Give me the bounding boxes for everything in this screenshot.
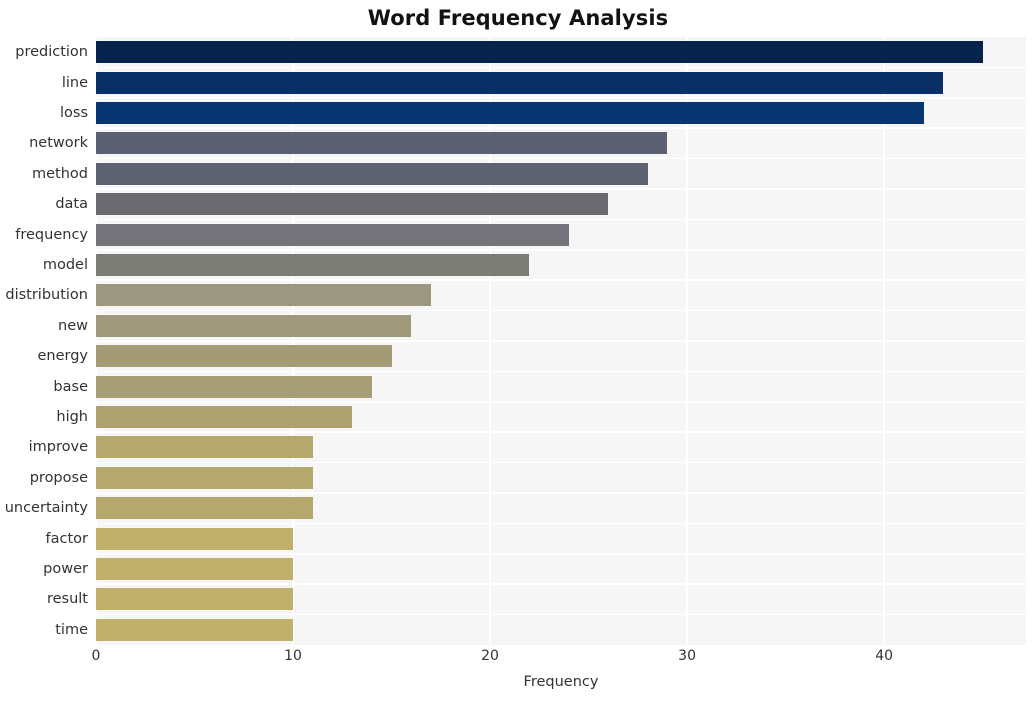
y-axis-tick-label: prediction	[15, 44, 88, 61]
plot-area	[96, 37, 1026, 645]
gridline-horizontal	[96, 431, 1026, 433]
y-axis-tick-label: uncertainty	[4, 500, 88, 517]
gridline-vertical	[883, 37, 885, 645]
gridline-horizontal	[96, 279, 1026, 281]
bar[interactable]	[96, 345, 392, 368]
gridline-horizontal	[96, 249, 1026, 251]
gridline-vertical	[686, 37, 688, 645]
x-axis-title: Frequency	[523, 674, 599, 690]
gridline-horizontal	[96, 401, 1026, 403]
gridline-horizontal	[96, 583, 1026, 585]
bar[interactable]	[96, 41, 983, 64]
chart-title: Word Frequency Analysis	[367, 6, 669, 30]
bar[interactable]	[96, 558, 294, 580]
y-axis-tick-label: new	[58, 317, 88, 334]
gridline-horizontal	[96, 370, 1026, 373]
bar[interactable]	[96, 466, 313, 489]
bar[interactable]	[96, 375, 372, 398]
y-axis-tick-label: network	[29, 135, 88, 152]
y-axis-tick-label: method	[32, 165, 88, 182]
gridline-horizontal	[96, 127, 1026, 129]
y-axis-tick-label: frequency	[15, 226, 88, 243]
y-axis-tick-label: distribution	[5, 287, 88, 304]
y-axis-tick-label: energy	[37, 348, 88, 365]
bar[interactable]	[96, 284, 431, 307]
gridline-horizontal	[96, 218, 1026, 221]
x-axis-tick-labels: 0 10 20 30 40	[0, 648, 1036, 670]
y-axis-tick-label: time	[55, 621, 88, 638]
gridline-horizontal	[96, 97, 1026, 99]
y-axis-tick-label: data	[55, 196, 88, 213]
y-axis-tick-label: high	[56, 409, 88, 425]
y-axis-tick-label: loss	[59, 105, 88, 121]
y-axis-tick-label: base	[53, 378, 88, 395]
bar[interactable]	[96, 314, 412, 337]
y-axis-tick-label: model	[42, 257, 88, 273]
bar[interactable]	[96, 132, 668, 155]
bar[interactable]	[96, 71, 944, 94]
y-axis-tick-label: power	[43, 561, 88, 577]
bar[interactable]	[96, 193, 609, 216]
bar[interactable]	[96, 497, 313, 520]
x-axis-tick-label: 30	[678, 648, 696, 664]
gridline-horizontal	[96, 309, 1026, 312]
gridline-horizontal	[96, 66, 1026, 69]
y-axis-tick-label: propose	[29, 469, 88, 486]
gridline-horizontal	[96, 188, 1026, 190]
gridline-vertical	[96, 37, 97, 645]
gridline-horizontal	[96, 522, 1026, 525]
chart-figure: Word Frequency Analysis prediction line lo…	[0, 0, 1036, 701]
bar[interactable]	[96, 618, 294, 641]
x-axis-tick-label: 40	[875, 648, 894, 664]
x-axis-tick-label: 20	[481, 648, 499, 664]
gridline-horizontal	[96, 461, 1026, 464]
bar[interactable]	[96, 223, 569, 246]
bar[interactable]	[96, 254, 530, 276]
y-axis-tick-label: line	[61, 74, 88, 91]
gridline-horizontal	[96, 492, 1026, 494]
y-axis-tick-label: factor	[45, 530, 88, 547]
gridline-vertical	[292, 37, 294, 645]
bar[interactable]	[96, 162, 648, 185]
bar[interactable]	[96, 102, 924, 124]
gridline-horizontal	[96, 553, 1026, 555]
bar[interactable]	[96, 436, 313, 459]
bar[interactable]	[96, 588, 294, 611]
bar[interactable]	[96, 406, 353, 428]
y-axis-tick-label: result	[46, 591, 88, 608]
bar[interactable]	[96, 527, 294, 550]
gridline-horizontal	[96, 340, 1026, 342]
gridline-horizontal	[96, 613, 1026, 616]
y-axis-tick-labels: prediction line loss network method data frequ…	[0, 37, 88, 645]
gridline-vertical	[489, 37, 491, 645]
gridline-horizontal	[96, 157, 1026, 160]
y-axis-tick-label: improve	[28, 439, 88, 456]
x-axis-tick-label: 0	[91, 648, 101, 664]
x-axis-tick-label: 10	[284, 648, 302, 664]
